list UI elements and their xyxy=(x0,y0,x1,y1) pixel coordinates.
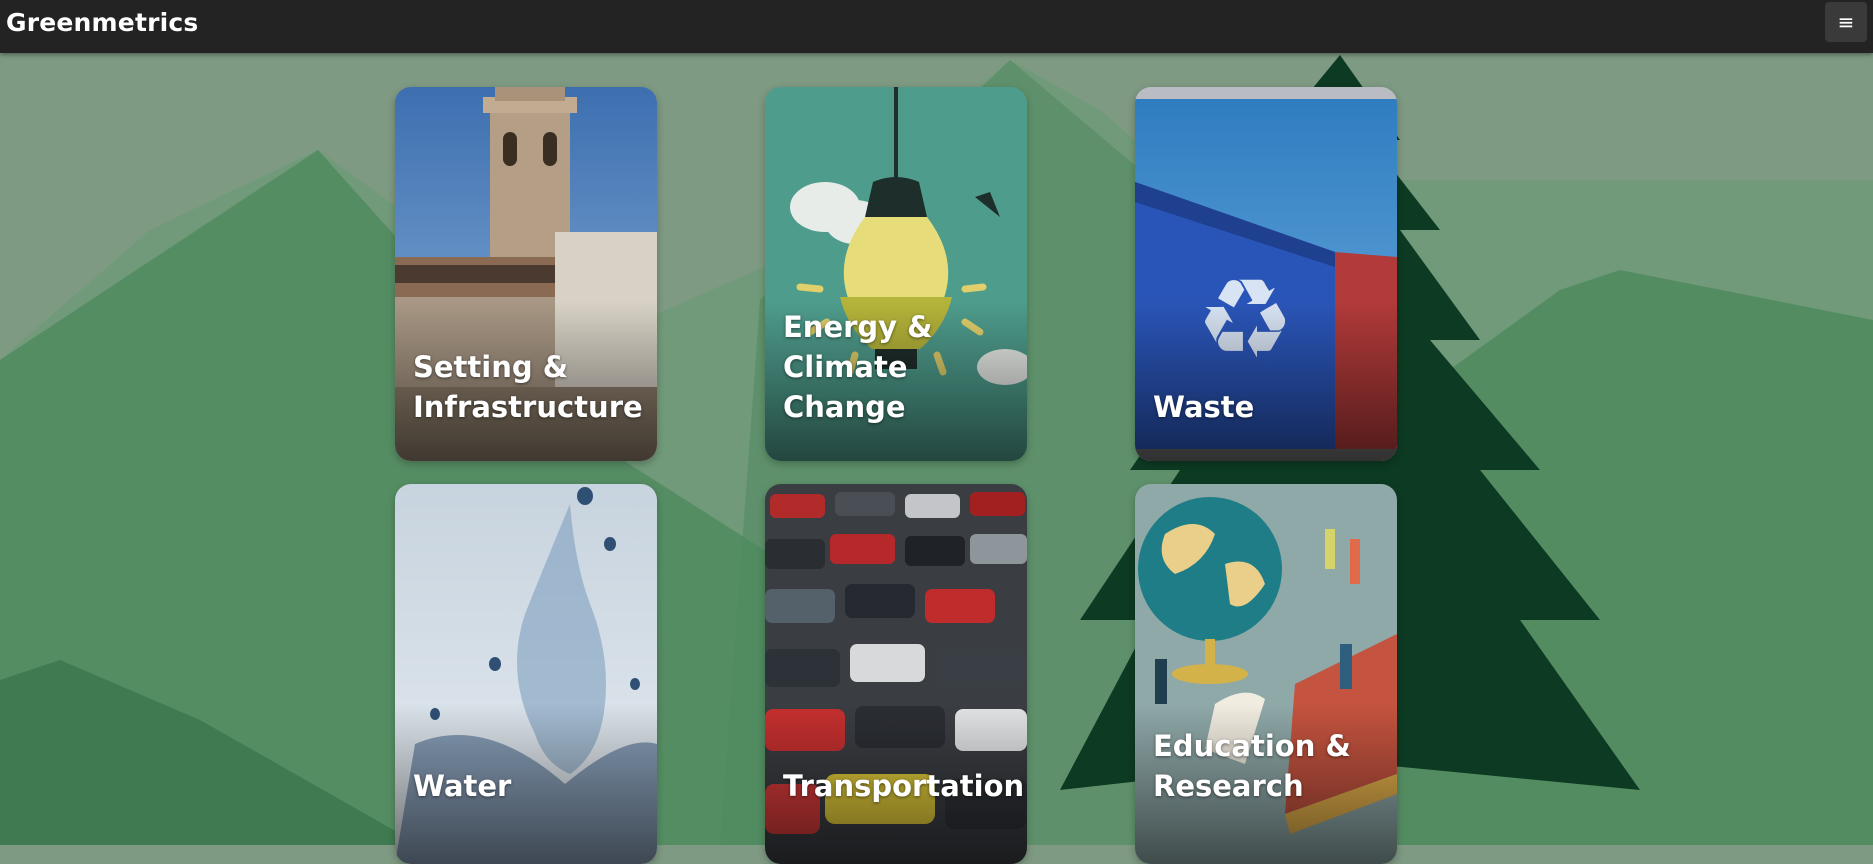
card-title-line: Energy & xyxy=(783,310,933,344)
card-title: Transportation xyxy=(783,766,1025,806)
card-title: Waste xyxy=(1153,387,1387,427)
card-title: Energy & Climate Change xyxy=(783,307,1017,427)
card-education-research[interactable]: Education & Research xyxy=(1135,484,1397,864)
card-title-line: Transportation xyxy=(783,769,1025,803)
card-waste[interactable]: ♻ Waste xyxy=(1135,87,1397,461)
top-navbar: Greenmetrics ≡ xyxy=(0,0,1873,53)
card-transportation[interactable]: Transportation xyxy=(765,484,1027,864)
menu-toggle-button[interactable]: ≡ xyxy=(1825,2,1867,42)
card-title-line: Infrastructure xyxy=(413,390,643,424)
card-title-line: Water xyxy=(413,769,512,803)
card-title: Setting & Infrastructure xyxy=(413,347,647,427)
card-title-line: Waste xyxy=(1153,390,1255,424)
card-water[interactable]: Water xyxy=(395,484,657,864)
card-title-line: Climate Change xyxy=(783,350,908,424)
card-shade xyxy=(1135,301,1397,461)
card-title: Water xyxy=(413,766,647,806)
card-title-line: Setting & xyxy=(413,350,569,384)
hamburger-icon: ≡ xyxy=(1837,10,1855,34)
card-title-line: Education & xyxy=(1153,729,1351,763)
brand-title[interactable]: Greenmetrics xyxy=(6,8,199,37)
card-setting-infrastructure[interactable]: Setting & Infrastructure xyxy=(395,87,657,461)
card-energy-climate-change[interactable]: Energy & Climate Change xyxy=(765,87,1027,461)
card-title: Education & Research xyxy=(1153,726,1387,806)
card-title-line: Research xyxy=(1153,769,1304,803)
